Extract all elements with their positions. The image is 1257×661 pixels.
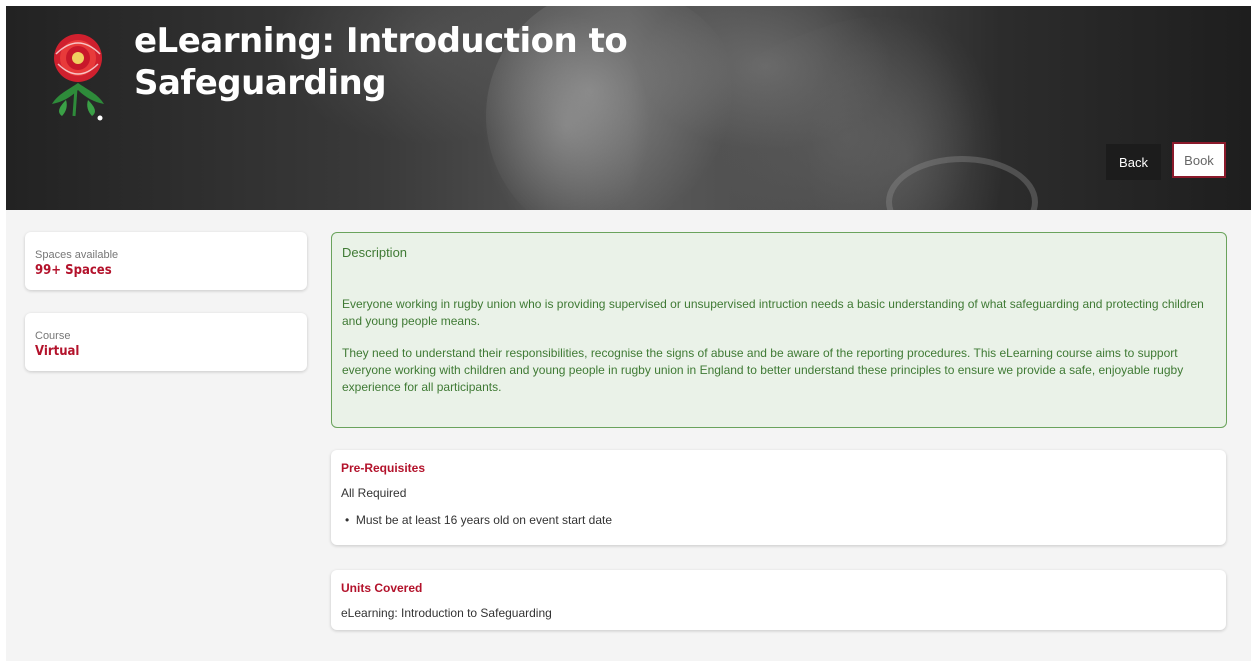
england-rose-icon [52,34,104,121]
back-button[interactable]: Back [1106,144,1161,180]
description-panel: Description Everyone working in rugby un… [331,232,1227,428]
spaces-available-label: Spaces available [35,249,119,261]
prerequisite-list-item: • Must be at least 16 years old on event… [345,513,612,527]
bullet-icon: • [345,513,356,527]
course-value: Virtual [35,344,80,359]
prerequisite-text: Must be at least 16 years old on event s… [355,513,613,527]
prerequisites-subheading: All Required [341,486,407,500]
course-label: Course [35,330,71,342]
hero-banner: eLearning: Introduction to Safeguarding … [6,6,1251,210]
spaces-available-card: Spaces available 99+ Spaces [25,232,307,290]
description-paragraph: They need to understand their responsibi… [342,346,1184,394]
units-covered-card: Units Covered eLearning: Introduction to… [331,570,1226,630]
description-paragraph: Everyone working in rugby union who is p… [342,297,1204,328]
page: eLearning: Introduction to Safeguarding … [6,6,1251,661]
page-title: eLearning: Introduction to Safeguarding [134,21,628,103]
spaces-available-value: 99+ Spaces [35,263,112,278]
prerequisites-heading: Pre-Requisites [341,461,426,475]
unit-list-item: eLearning: Introduction to Safeguarding [341,606,552,620]
book-button[interactable]: Book [1172,142,1226,178]
prerequisites-card: Pre-Requisites All Required • Must be at… [331,450,1226,545]
description-heading: Description [342,245,408,260]
units-covered-heading: Units Covered [341,581,423,595]
course-card: Course Virtual [25,313,307,371]
